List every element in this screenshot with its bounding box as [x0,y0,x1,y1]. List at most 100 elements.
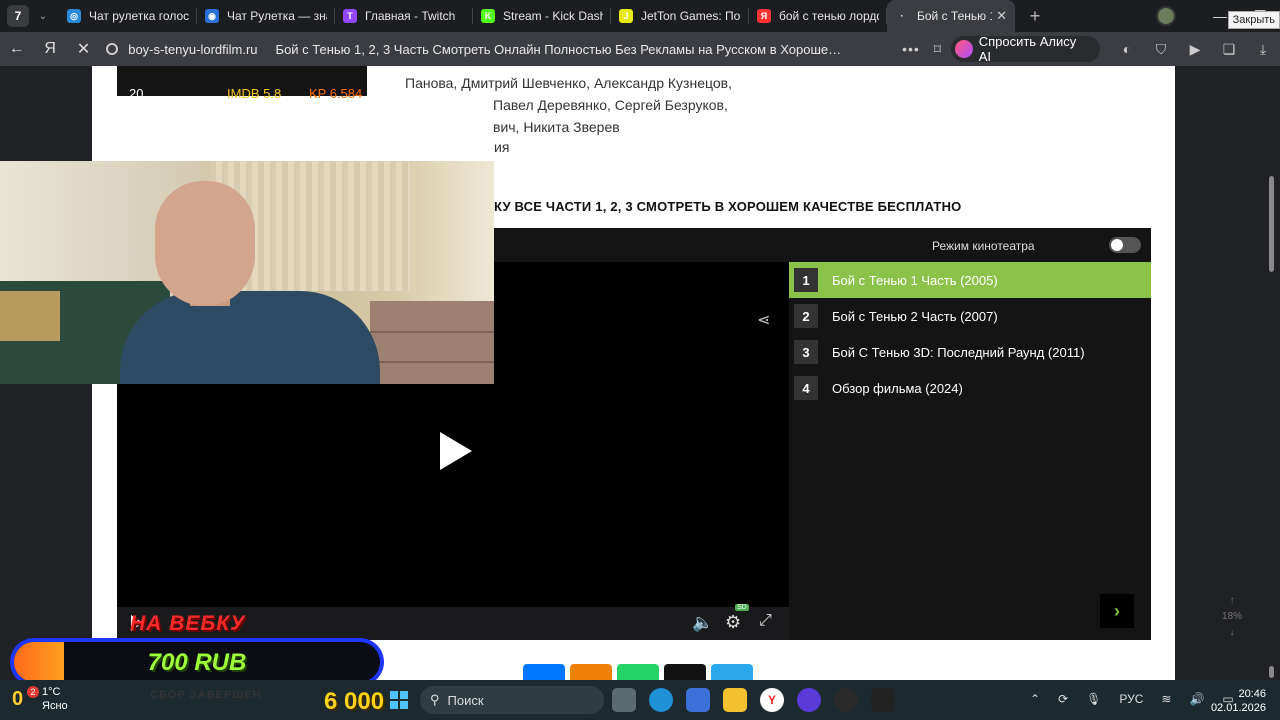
bookmark-icon[interactable]: ⌑ [934,41,941,58]
playlist-item[interactable]: 2 Бой с Тенью 2 Часть (2007) [789,298,1151,334]
obs-icon[interactable] [797,688,821,712]
social-share-button[interactable] [617,664,659,680]
task-view-icon[interactable] [612,688,636,712]
dresser-line [370,331,494,333]
taskbar-apps: Y [612,688,895,712]
store-icon[interactable] [686,688,710,712]
social-share-buttons [523,664,753,680]
ask-alice-label: Спросить Алису AI [978,34,1077,64]
toggle-knob [1111,239,1123,251]
site-info-icon[interactable] [106,43,119,55]
shield-extension-icon[interactable]: ⛉ [1144,41,1178,58]
poster-rating-bar: 20 IMDB 5.8 KP 6.584 [117,66,367,101]
system-tray: ⌃ ⟳ 🎙 РУС ≋ 🔊 ▭ [1030,692,1234,706]
webcam-overlay [0,161,494,384]
streamer-app-icon[interactable] [871,688,895,712]
donation-amount: 700 RUB [147,649,247,676]
workspace-button[interactable]: 7 [7,5,29,27]
taskbar-search[interactable]: ⚲ Поиск [420,686,604,714]
sync-icon[interactable]: ⟳ [1058,692,1068,706]
browser-tab[interactable]: K Stream - Kick Dashb [473,0,611,32]
tab-strip: ◎ Чат рулетка голосо ◉ Чат Рулетка — знак T Г… [59,0,1015,32]
dresser-line [370,361,494,363]
language-indicator[interactable]: РУС [1119,692,1143,706]
quality-badge: SD [735,604,749,611]
screen: 7 ⌄ ◎ Чат рулетка голосо ◉ Чат Рулетка — зн… [0,0,1280,720]
playlist-item[interactable]: 1 Бой с Тенью 1 Часть (2005) [789,262,1151,298]
close-tooltip: Закрыть [1227,11,1280,29]
browser-tab[interactable]: Ябой с тенью лордф [749,0,887,32]
browser-tab-bar: 7 ⌄ ◎ Чат рулетка голосо ◉ Чат Рулетка — зн… [0,0,1280,32]
weather-state: Ясно [42,700,68,712]
wifi-icon[interactable]: ≋ [1161,692,1171,706]
playlist-item-number: 3 [794,340,818,364]
playlist-item[interactable]: 4 Обзор фильма (2024) [789,370,1151,406]
edge-icon[interactable] [649,688,673,712]
page-scrollbar[interactable] [1269,176,1274,272]
browser-tab[interactable]: ◉ Чат Рулетка — знак [197,0,335,32]
webcam-label: НА ВЕБКУ [130,612,246,635]
browser-tab[interactable]: T Главная - Twitch [335,0,473,32]
browser-tab[interactable]: ◎ Чат рулетка голосо [59,0,197,32]
volume-icon[interactable]: 🔈 [692,613,713,633]
donation-goal-bar: 700 RUB [10,638,384,686]
playlist-item[interactable]: 3 Бой С Тенью 3D: Последний Раунд (2011) [789,334,1151,370]
stop-loading-icon[interactable]: ✕ [67,39,100,59]
likes-count[interactable]: 20 [129,86,143,101]
tab-list-dropdown-icon[interactable]: ⌄ [33,11,53,22]
social-share-button[interactable] [523,664,565,680]
downloads-icon[interactable]: ⤓ [1246,41,1280,58]
mic-icon[interactable]: 🎙 [1086,692,1101,706]
more-options-icon[interactable]: ••• [902,41,920,57]
tab-title: бой с тенью лордф [779,9,879,23]
app-icon[interactable] [834,688,858,712]
browser-tab[interactable]: J JetTon Games: Погр [611,0,749,32]
fullscreen-icon[interactable]: ⤢ [759,612,772,630]
cast-line: вич, Никита Зверев [493,119,620,135]
cinema-mode-label: Режим кинотеатра [932,239,1035,253]
kp-rating: KP 6.584 [309,86,363,101]
yandex-home-icon[interactable]: Я [33,40,66,58]
alice-icon [955,40,973,58]
yandex-browser-icon[interactable]: Y [760,688,784,712]
speaker-icon[interactable]: 🔊 [1189,692,1204,706]
tab-title: Stream - Kick Dashb [503,9,603,23]
collections-icon[interactable]: ❏ [1212,41,1246,58]
play-icon[interactable] [440,432,472,470]
playlist-item-title: Бой с Тенью 2 Часть (2007) [832,308,998,324]
ask-alice-button[interactable]: Спросить Алису AI [951,34,1101,64]
tray-chevron-icon[interactable]: ⌃ [1030,692,1040,706]
playlist-next-button[interactable]: › [1100,594,1134,628]
tab-title: Бой с Тенью 1, 2, [917,9,992,23]
settings-gear-icon[interactable]: ⚙ [725,612,741,633]
cast-list: Панова, Дмитрий Шевченко, Александр Кузн… [405,72,745,138]
side-volume-up-icon[interactable]: ↑ [1222,593,1242,609]
tab-close-icon[interactable]: ✕ [996,8,1007,24]
side-volume-label: 18% [1222,611,1243,622]
tab-favicon-icon: ◎ [67,9,81,23]
social-share-button[interactable] [711,664,753,680]
url-field[interactable]: boy-s-tenyu-lordfilm.ru Бой с Тенью 1, 2… [106,42,892,57]
social-share-button[interactable] [664,664,706,680]
new-tab-button[interactable]: + [1023,4,1047,28]
webcam-person [120,181,380,384]
search-placeholder: Поиск [447,692,484,708]
playlist-item-title: Обзор фильма (2024) [832,380,963,396]
profile-avatar[interactable] [1156,6,1176,26]
back-icon[interactable]: ← [0,40,33,58]
browser-tab[interactable]: · Бой с Тенью 1, 2, ✕ [887,0,1015,32]
gamepad-extension-icon[interactable]: ◐ [1110,41,1144,58]
clock-time: 20:46 [1238,688,1266,700]
weather-temp: 1°C [42,686,61,698]
clock[interactable]: 20:46 02.01.2026 [1210,687,1266,715]
page-scrollbar-bottom[interactable] [1269,666,1274,678]
cinema-mode-toggle[interactable] [1109,237,1141,253]
web-page: 20 IMDB 5.8 KP 6.584 Панова, Дмитрий Шев… [0,66,1280,680]
share-icon[interactable]: ⋖ [757,310,770,330]
side-volume-indicator: ↑ 18% ↓ [1222,593,1242,641]
side-volume-down-icon[interactable]: ↓ [1222,625,1242,641]
media-extension-icon[interactable]: ▶ [1178,41,1212,58]
social-share-button[interactable] [570,664,612,680]
windows-start-icon[interactable] [390,691,408,709]
explorer-icon[interactable] [723,688,747,712]
